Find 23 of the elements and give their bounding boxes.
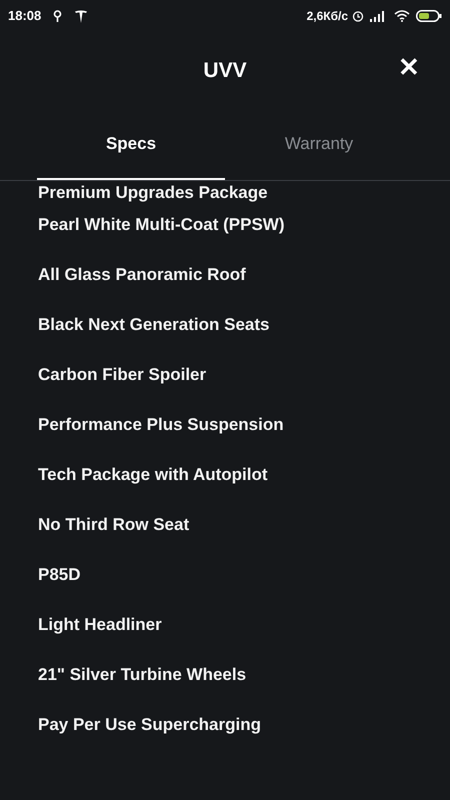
tab[interactable]: Warranty: [225, 110, 413, 180]
option-item: Performance Plus Suspension: [38, 414, 285, 436]
location-icon: [53, 10, 62, 22]
option-item: Light Headliner: [38, 614, 163, 636]
page-title: UVV: [203, 58, 247, 84]
tab[interactable]: Specs: [37, 110, 225, 180]
option-item: Pay Per Use Supercharging: [38, 714, 262, 736]
alarm-icon: [352, 10, 364, 22]
option-item: No Third Row Seat: [38, 514, 190, 536]
option-item: P85D: [38, 564, 82, 586]
option-item: All Glass Panoramic Roof: [38, 264, 247, 286]
status-time: 18:08: [8, 7, 42, 26]
option-item: Tech Package with Autopilot: [38, 464, 269, 486]
option-item: 21" Silver Turbine Wheels: [38, 664, 248, 686]
t-logo-icon: [74, 10, 88, 22]
network-speed: 2,6Кб/с: [306, 8, 348, 25]
option-item: Black Next Generation Seats: [38, 314, 270, 336]
close-button[interactable]: ✕: [398, 54, 420, 80]
option-item: Carbon Fiber Spoiler: [38, 364, 208, 386]
wifi-icon: [394, 10, 410, 22]
option-item: Pearl White Multi-Coat (PPSW): [38, 214, 286, 236]
battery-icon: [416, 10, 442, 22]
option-item: Premium Upgrades Package: [38, 182, 269, 200]
